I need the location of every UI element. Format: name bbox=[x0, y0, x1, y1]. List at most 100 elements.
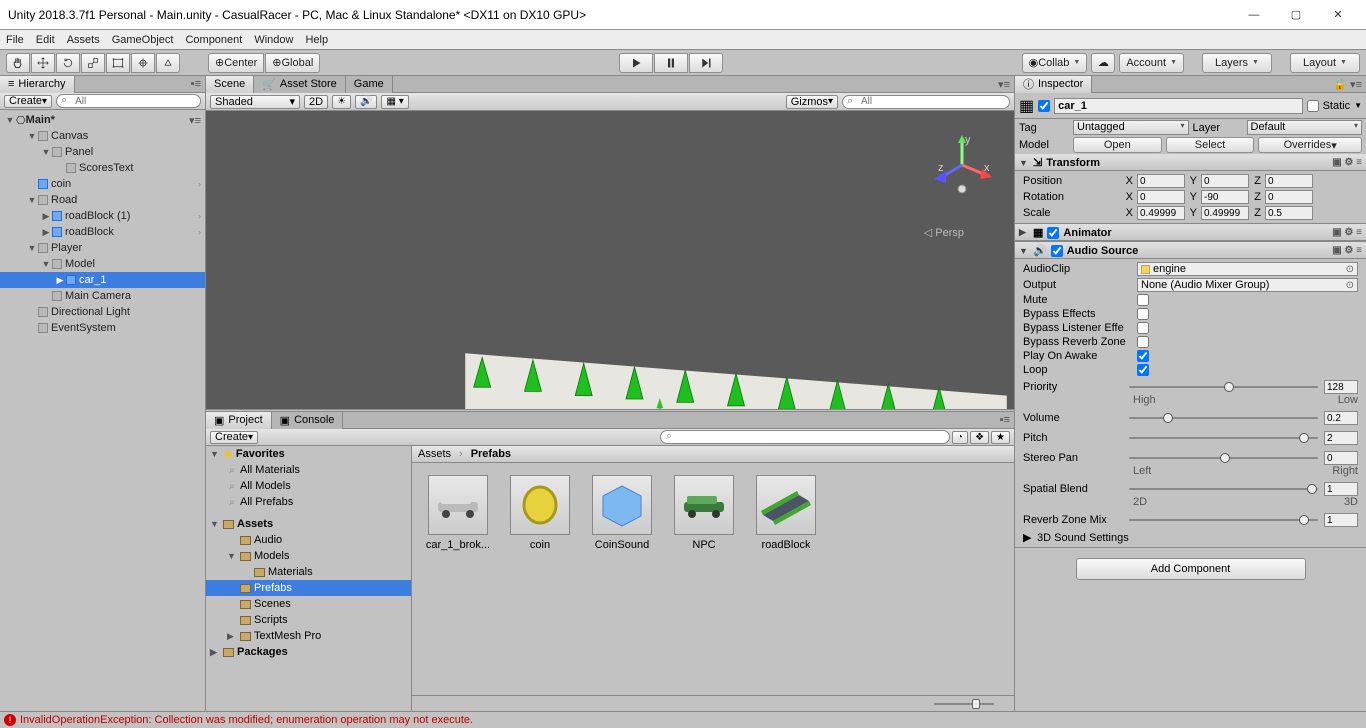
animator-header[interactable]: ▶▦ Animator▣ ⚙ ≡ bbox=[1015, 224, 1366, 241]
pause-button[interactable] bbox=[654, 53, 688, 73]
reverb-slider[interactable] bbox=[1129, 519, 1318, 521]
model-open-button[interactable]: Open bbox=[1073, 137, 1162, 153]
rotate-tool-button[interactable] bbox=[56, 53, 80, 73]
sound-3d-settings-header[interactable]: ▶3D Sound Settings bbox=[1019, 530, 1362, 545]
fx-toggle[interactable]: ▦ ▾ bbox=[381, 95, 408, 109]
mode-2d-toggle[interactable]: 2D bbox=[304, 95, 328, 109]
hierarchy-item[interactable]: ▶roadBlock (1)› bbox=[0, 208, 205, 224]
status-bar[interactable]: ! InvalidOperationException: Collection … bbox=[0, 711, 1366, 728]
panel-options-icon[interactable]: ▪≡ bbox=[187, 78, 205, 90]
hierarchy-item[interactable]: ▼Model bbox=[0, 256, 205, 272]
search-type-icon[interactable]: ❖ bbox=[970, 431, 989, 444]
scene-view[interactable]: ◁ Persp yxz bbox=[206, 111, 1014, 409]
prefab-item[interactable]: car_1_brok... bbox=[424, 475, 492, 551]
spatial-slider[interactable] bbox=[1129, 488, 1318, 490]
menu-assets[interactable]: Assets bbox=[67, 34, 100, 46]
bypass-reverb-checkbox[interactable] bbox=[1137, 336, 1149, 348]
search-save-icon[interactable]: ★ bbox=[991, 431, 1010, 444]
hierarchy-item[interactable]: ▶car_1 bbox=[0, 272, 205, 288]
transform-tool-button[interactable] bbox=[131, 53, 155, 73]
hierarchy-item[interactable]: ▼Player bbox=[0, 240, 205, 256]
prefab-item[interactable]: roadBlock bbox=[752, 475, 820, 551]
hierarchy-item[interactable]: Main Camera bbox=[0, 288, 205, 304]
shading-mode-dropdown[interactable]: Shaded▾ bbox=[210, 95, 300, 109]
custom-tool-button[interactable] bbox=[156, 53, 180, 73]
folder-item[interactable]: ▶TextMesh Pro bbox=[206, 628, 411, 644]
volume-input[interactable] bbox=[1324, 411, 1358, 425]
play-on-awake-checkbox[interactable] bbox=[1137, 350, 1149, 362]
prefab-item[interactable]: CoinSound bbox=[588, 475, 656, 551]
hierarchy-item[interactable]: ▶roadBlock› bbox=[0, 224, 205, 240]
assets-header[interactable]: ▼Assets bbox=[206, 516, 411, 532]
panel-options-icon[interactable]: ▪≡ bbox=[996, 414, 1014, 426]
loop-checkbox[interactable] bbox=[1137, 364, 1149, 376]
cloud-button[interactable]: ☁ bbox=[1091, 53, 1115, 73]
audio-output-field[interactable]: None (Audio Mixer Group) bbox=[1137, 278, 1358, 292]
maximize-button[interactable]: ▢ bbox=[1276, 4, 1316, 26]
project-create-button[interactable]: Create ▾ bbox=[210, 431, 258, 444]
layers-dropdown[interactable]: Layers bbox=[1202, 53, 1272, 73]
panel-options-icon[interactable]: ▾≡ bbox=[994, 78, 1014, 91]
scene-tab[interactable]: Scene bbox=[206, 76, 254, 93]
hierarchy-item[interactable]: Directional Light bbox=[0, 304, 205, 320]
stereo-slider[interactable] bbox=[1129, 457, 1318, 459]
lighting-toggle[interactable]: ☀ bbox=[332, 95, 351, 109]
favorite-item[interactable]: ⌕All Materials bbox=[206, 462, 411, 478]
game-tab[interactable]: Game bbox=[346, 76, 393, 93]
breadcrumb-item[interactable]: Prefabs bbox=[471, 448, 511, 460]
favorite-item[interactable]: ⌕All Prefabs bbox=[206, 494, 411, 510]
packages-header[interactable]: ▶Packages bbox=[206, 644, 411, 660]
rotation-y-input[interactable] bbox=[1201, 190, 1249, 204]
stereo-input[interactable] bbox=[1324, 451, 1358, 465]
spatial-input[interactable] bbox=[1324, 482, 1358, 496]
scale-y-input[interactable] bbox=[1201, 206, 1249, 220]
asset-store-tab[interactable]: 🛒 Asset Store bbox=[254, 76, 346, 93]
prefab-item[interactable]: NPC bbox=[670, 475, 738, 551]
close-button[interactable]: ✕ bbox=[1318, 4, 1358, 26]
folder-item[interactable]: Scripts bbox=[206, 612, 411, 628]
menu-component[interactable]: Component bbox=[185, 34, 242, 46]
position-z-input[interactable] bbox=[1265, 174, 1313, 188]
folder-item[interactable]: Audio bbox=[206, 532, 411, 548]
hierarchy-item[interactable]: ▼Panel bbox=[0, 144, 205, 160]
model-select-button[interactable]: Select bbox=[1166, 137, 1255, 153]
scene-orientation-gizmo[interactable]: yxz bbox=[932, 135, 992, 195]
prefab-item[interactable]: coin bbox=[506, 475, 574, 551]
scene-search-input[interactable] bbox=[842, 95, 1010, 109]
audio-enabled-checkbox[interactable] bbox=[1051, 245, 1063, 257]
folder-item[interactable]: ▼Models bbox=[206, 548, 411, 564]
hierarchy-item[interactable]: coin› bbox=[0, 176, 205, 192]
hierarchy-tab[interactable]: ≡ Hierarchy bbox=[0, 76, 75, 93]
transform-header[interactable]: ▼⇲ Transform▣ ⚙ ≡ bbox=[1015, 154, 1366, 171]
mute-checkbox[interactable] bbox=[1137, 294, 1149, 306]
layout-dropdown[interactable]: Layout bbox=[1290, 53, 1360, 73]
rect-tool-button[interactable] bbox=[106, 53, 130, 73]
scale-tool-button[interactable] bbox=[81, 53, 105, 73]
hierarchy-item[interactable]: ▼Canvas bbox=[0, 128, 205, 144]
menu-file[interactable]: File bbox=[6, 34, 24, 46]
console-tab[interactable]: ▣ Console bbox=[272, 412, 344, 429]
gameobject-name-input[interactable] bbox=[1054, 98, 1302, 114]
project-tab[interactable]: ▣ Project bbox=[206, 412, 272, 429]
hand-tool-button[interactable] bbox=[6, 53, 30, 73]
audioclip-field[interactable]: engine bbox=[1137, 262, 1358, 276]
overrides-dropdown[interactable]: Overrides ▾ bbox=[1258, 137, 1362, 153]
scale-x-input[interactable] bbox=[1137, 206, 1185, 220]
rotation-x-input[interactable] bbox=[1137, 190, 1185, 204]
project-thumbnail-slider[interactable] bbox=[412, 695, 1014, 711]
folder-item[interactable]: Materials bbox=[206, 564, 411, 580]
collab-dropdown[interactable]: ◉ Collab bbox=[1022, 53, 1088, 73]
add-component-button[interactable]: Add Component bbox=[1076, 558, 1306, 580]
volume-slider[interactable] bbox=[1129, 417, 1318, 419]
pivot-global-button[interactable]: ⊕ Global bbox=[265, 53, 320, 73]
inspector-tab[interactable]: ⓘ Inspector bbox=[1015, 76, 1092, 93]
tag-dropdown[interactable]: Untagged bbox=[1073, 120, 1189, 135]
folder-item-prefabs[interactable]: Prefabs bbox=[206, 580, 411, 596]
folder-item[interactable]: Scenes bbox=[206, 596, 411, 612]
animator-enabled-checkbox[interactable] bbox=[1047, 227, 1059, 239]
layer-dropdown[interactable]: Default bbox=[1247, 120, 1363, 135]
hierarchy-item[interactable]: EventSystem bbox=[0, 320, 205, 336]
gizmos-dropdown[interactable]: Gizmos ▾ bbox=[786, 95, 838, 109]
position-x-input[interactable] bbox=[1137, 174, 1185, 188]
menu-window[interactable]: Window bbox=[254, 34, 293, 46]
